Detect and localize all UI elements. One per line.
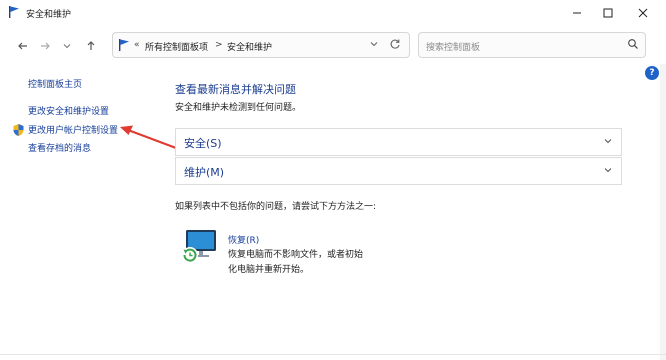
sidebar-item-view-archived-messages[interactable]: 查看存档的消息 xyxy=(28,141,91,154)
search-box[interactable]: 搜索控制面板 xyxy=(418,32,646,58)
recovery-monitor-icon[interactable] xyxy=(180,228,220,269)
close-icon xyxy=(638,8,648,18)
flag-icon xyxy=(7,5,21,22)
flag-icon xyxy=(117,38,131,55)
chevron-down-icon[interactable] xyxy=(603,165,613,178)
breadcrumb-security-maintenance[interactable]: 安全和维护 xyxy=(227,40,272,53)
forward-arrow-icon xyxy=(41,42,50,50)
chevron-down-icon xyxy=(63,44,71,49)
chevron-down-icon xyxy=(370,42,378,47)
window-title: 安全和维护 xyxy=(26,10,72,20)
maximize-button[interactable] xyxy=(597,4,619,22)
section-security-label: 安全(S) xyxy=(184,137,222,150)
up-button[interactable] xyxy=(82,37,100,55)
sidebar-item-control-panel-home[interactable]: 控制面板主页 xyxy=(28,77,82,90)
section-maintenance[interactable]: 维护(M) xyxy=(175,157,622,185)
divider xyxy=(0,354,666,355)
minimize-button[interactable] xyxy=(566,4,588,22)
forward-button[interactable] xyxy=(36,37,54,55)
section-maintenance-label: 维护(M) xyxy=(184,166,225,179)
maximize-icon xyxy=(603,8,613,18)
breadcrumb-separator[interactable]: > xyxy=(215,40,223,50)
sidebar-item-change-security-settings[interactable]: 更改安全和维护设置 xyxy=(28,104,109,117)
breadcrumb-overflow[interactable]: « xyxy=(134,40,140,50)
navigation-bar: « 所有控制面板项 > 安全和维护 搜索控制面板 xyxy=(0,28,666,64)
sidebar-item-change-uac-settings[interactable]: 更改用户帐户控制设置 xyxy=(28,123,118,136)
search-input[interactable]: 搜索控制面板 xyxy=(426,40,480,53)
breadcrumb-all-items[interactable]: 所有控制面板项 xyxy=(145,40,208,53)
annotation-arrow-icon xyxy=(120,125,177,150)
chevron-down-icon[interactable] xyxy=(603,136,613,149)
page-title: 查看最新消息并解决问题 xyxy=(175,83,296,96)
search-icon[interactable] xyxy=(627,38,639,53)
minimize-icon xyxy=(573,12,581,14)
recent-locations-button[interactable] xyxy=(58,37,76,55)
close-button[interactable] xyxy=(632,4,654,22)
not-found-hint: 如果列表中不包括你的问题，请尝试下方方法之一: xyxy=(175,202,377,212)
title-bar: 安全和维护 xyxy=(0,0,666,28)
refresh-icon xyxy=(390,39,400,49)
address-bar[interactable]: « 所有控制面板项 > 安全和维护 xyxy=(112,32,410,58)
back-arrow-icon xyxy=(18,42,27,50)
back-button[interactable] xyxy=(14,37,32,55)
address-dropdown-button[interactable] xyxy=(369,39,379,52)
recovery-description: 恢复电脑而不影响文件，或者初始化电脑并重新开始。 xyxy=(228,250,364,275)
recovery-link[interactable]: 恢复(R) xyxy=(228,233,259,246)
section-security[interactable]: 安全(S) xyxy=(175,128,622,156)
up-arrow-icon xyxy=(87,41,95,50)
scrollbar-track[interactable] xyxy=(660,64,666,360)
refresh-button[interactable] xyxy=(389,38,401,53)
uac-shield-icon xyxy=(12,123,25,140)
help-button[interactable]: ? xyxy=(645,66,659,80)
status-message: 安全和维护未检测到任何问题。 xyxy=(175,103,302,113)
